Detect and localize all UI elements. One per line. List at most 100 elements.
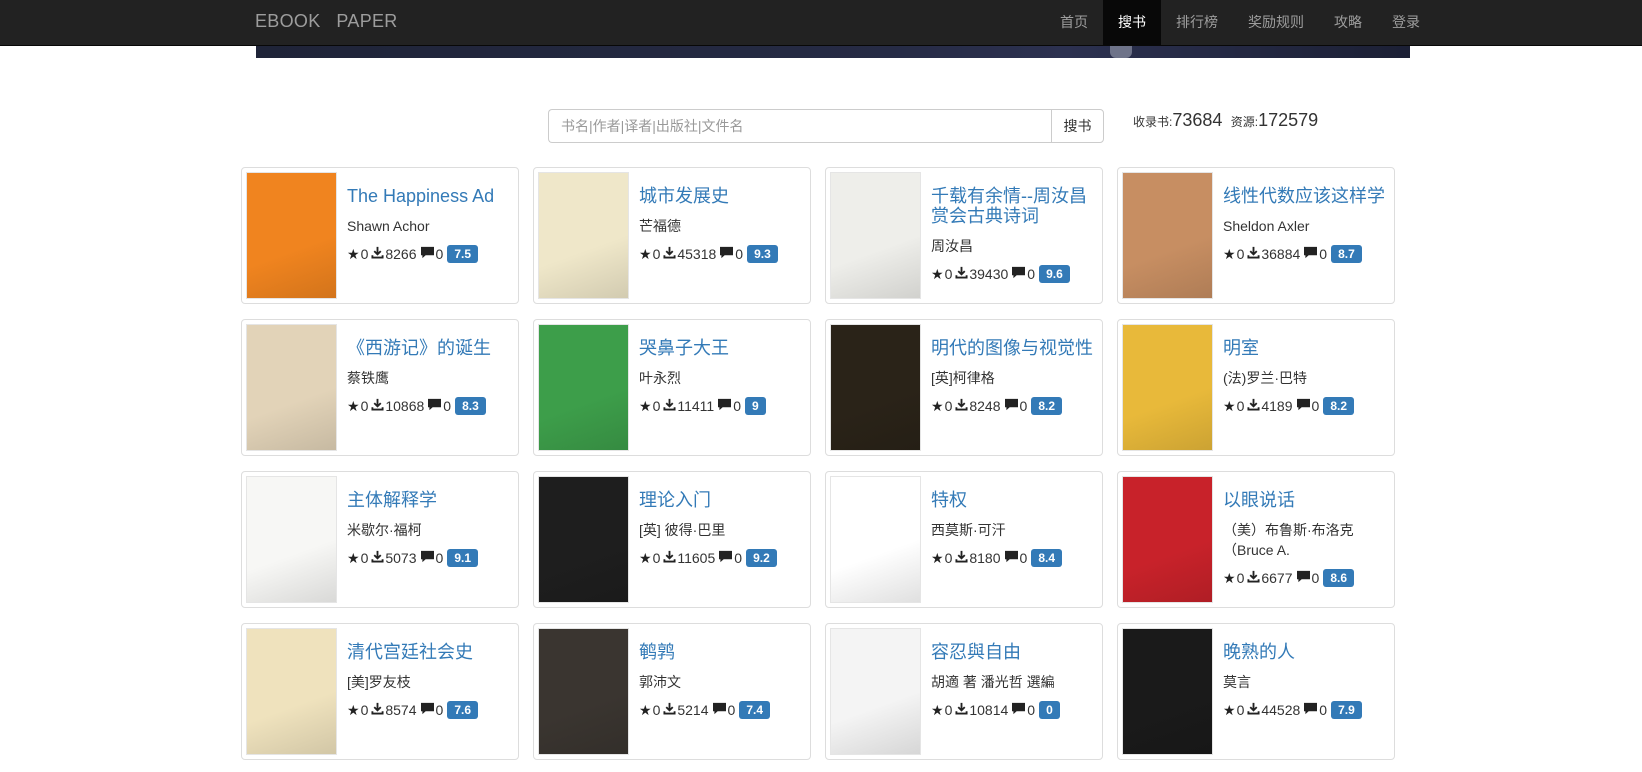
- book-title-link[interactable]: 明代的图像与视觉性: [931, 338, 1096, 358]
- star-icon: ★: [931, 266, 944, 282]
- book-info: 线性代数应该这样学 Sheldon Axler ★ 0 36884 0 8.7: [1223, 186, 1388, 264]
- star-count: 0: [1236, 702, 1245, 718]
- book-title-link[interactable]: 城市发展史: [639, 186, 804, 206]
- book-author: 叶永烈: [639, 370, 681, 386]
- download-count: 11411: [677, 398, 715, 414]
- comment-icon: [719, 244, 734, 264]
- comment-icon: [717, 396, 732, 416]
- book-title-link[interactable]: 特权: [931, 490, 1096, 510]
- book-card[interactable]: 线性代数应该这样学 Sheldon Axler ★ 0 36884 0 8.7: [1117, 167, 1395, 304]
- book-info: 容忍與自由 胡適 著 潘光哲 選編 ★ 0 10814 0 0: [931, 642, 1096, 720]
- comment-count: 0: [1027, 702, 1036, 718]
- book-title-link[interactable]: 鹌鹑: [639, 642, 804, 662]
- book-title-link[interactable]: 晚熟的人: [1223, 642, 1388, 662]
- search-input[interactable]: [548, 109, 1051, 143]
- book-cover-image[interactable]: [538, 476, 629, 603]
- nav-item-rankings[interactable]: 排行榜: [1161, 0, 1233, 46]
- book-author: Shawn Achor: [347, 218, 430, 234]
- comment-icon: [712, 700, 727, 720]
- book-author: [英] 彼得·巴里: [639, 522, 726, 538]
- nav-item-login[interactable]: 登录: [1377, 0, 1435, 46]
- star-icon: ★: [1223, 702, 1236, 718]
- book-cover-image[interactable]: [246, 476, 337, 603]
- book-title-link[interactable]: 主体解释学: [347, 490, 512, 510]
- book-cover-image[interactable]: [246, 324, 337, 451]
- download-icon: [371, 548, 384, 568]
- book-card[interactable]: 主体解释学 米歇尔·福柯 ★ 0 5073 0 9.1: [241, 471, 519, 608]
- book-cover-image[interactable]: [830, 628, 921, 755]
- book-card[interactable]: 理论入门 [英] 彼得·巴里 ★ 0 11605 0 9.2: [533, 471, 811, 608]
- book-card[interactable]: 以眼说话 （美）布鲁斯·布洛克（Bruce A. ★ 0 6677 0 8.6: [1117, 471, 1395, 608]
- star-icon: ★: [347, 702, 360, 718]
- book-title-link[interactable]: 千载有余情--周汝昌赏会古典诗词: [931, 186, 1096, 226]
- book-card[interactable]: 城市发展史 芒福德 ★ 0 45318 0 9.3: [533, 167, 811, 304]
- book-cover-image[interactable]: [538, 628, 629, 755]
- download-count: 10814: [969, 702, 1009, 718]
- collection-stats: 收录书:73684 资源:172579: [1133, 110, 1318, 131]
- book-card[interactable]: 哭鼻子大王叶永烈 ★ 0 11411 0 9: [533, 319, 811, 456]
- download-count: 5073: [385, 550, 417, 566]
- comment-icon: [1011, 264, 1026, 284]
- comment-count: 0: [435, 550, 444, 566]
- download-icon: [371, 700, 384, 720]
- book-cover-image[interactable]: [830, 172, 921, 299]
- book-title-link[interactable]: 线性代数应该这样学: [1223, 186, 1388, 206]
- book-card[interactable]: 晚熟的人 莫言 ★ 0 44528 0 7.9: [1117, 623, 1395, 760]
- book-card[interactable]: 鹌鹑 郭沛文 ★ 0 5214 0 7.4: [533, 623, 811, 760]
- download-icon: [955, 548, 968, 568]
- comment-icon: [1004, 396, 1019, 416]
- star-icon: ★: [931, 702, 944, 718]
- book-card[interactable]: 明代的图像与视觉性 [英]柯律格 ★ 0 8248 0 8.2: [825, 319, 1103, 456]
- book-title-link[interactable]: The Happiness Ad: [347, 186, 512, 206]
- book-cover-image[interactable]: [830, 476, 921, 603]
- star-count: 0: [1236, 570, 1245, 586]
- banner-light: [1110, 46, 1132, 58]
- book-title-link[interactable]: 以眼说话: [1223, 490, 1388, 510]
- book-card[interactable]: The Happiness Ad Shawn Achor ★ 0 8266 0 7.5: [241, 167, 519, 304]
- book-card[interactable]: 明室 (法)罗兰·巴特 ★ 0 4189 0 8.2: [1117, 319, 1395, 456]
- comment-count: 0: [443, 398, 452, 414]
- book-cover-image[interactable]: [538, 324, 629, 451]
- brand-logo[interactable]: EBOOK PAPER: [255, 11, 398, 32]
- book-cover-image[interactable]: [246, 628, 337, 755]
- nav-item-reward-rules[interactable]: 奖励规则: [1233, 0, 1319, 46]
- nav-item-guide[interactable]: 攻略: [1319, 0, 1377, 46]
- book-author: (法)罗兰·巴特: [1223, 370, 1307, 386]
- book-card[interactable]: 《西游记》的诞生 蔡铁鹰 ★ 0 10868 0 8.3: [241, 319, 519, 456]
- book-cover-image[interactable]: [830, 324, 921, 451]
- book-author: Sheldon Axler: [1223, 218, 1310, 234]
- download-icon: [955, 264, 968, 284]
- download-icon: [371, 244, 384, 264]
- book-card[interactable]: 千载有余情--周汝昌赏会古典诗词 周汝昌 ★ 0 39430 0 9.6: [825, 167, 1103, 304]
- book-meta: ★ 0 11411 0 9: [639, 396, 804, 416]
- book-title-link[interactable]: 《西游记》的诞生: [347, 338, 512, 358]
- nav-item-home[interactable]: 首页: [1045, 0, 1103, 46]
- download-icon: [663, 700, 676, 720]
- rating-badge: 8.6: [1323, 569, 1354, 587]
- download-icon: [371, 396, 384, 416]
- book-card[interactable]: 特权 西莫斯·可汗 ★ 0 8180 0 8.4: [825, 471, 1103, 608]
- star-count: 0: [944, 398, 953, 414]
- book-title-link[interactable]: 哭鼻子大王: [639, 338, 804, 358]
- book-cover-image[interactable]: [1122, 476, 1213, 603]
- rating-badge: 7.6: [447, 701, 478, 719]
- rating-badge: 8.3: [455, 397, 486, 415]
- book-cover-image[interactable]: [1122, 628, 1213, 755]
- book-card[interactable]: 清代宫廷社会史 [美]罗友枝 ★ 0 8574 0 7.6: [241, 623, 519, 760]
- top-navbar: EBOOK PAPER 首页 搜书 排行榜 奖励规则 攻略 登录: [0, 0, 1642, 46]
- nav-item-search-books[interactable]: 搜书: [1103, 0, 1161, 46]
- book-title-link[interactable]: 容忍與自由: [931, 642, 1096, 662]
- search-button[interactable]: 搜书: [1051, 109, 1104, 143]
- book-cover-image[interactable]: [538, 172, 629, 299]
- star-icon: ★: [1223, 570, 1236, 586]
- book-title-link[interactable]: 清代宫廷社会史: [347, 642, 512, 662]
- book-cover-image[interactable]: [1122, 172, 1213, 299]
- book-meta: ★ 0 39430 0 9.6: [931, 264, 1096, 284]
- book-title-link[interactable]: 明室: [1223, 338, 1388, 358]
- book-cover-image[interactable]: [1122, 324, 1213, 451]
- comment-count: 0: [1319, 702, 1328, 718]
- book-card[interactable]: 容忍與自由 胡適 著 潘光哲 選編 ★ 0 10814 0 0: [825, 623, 1103, 760]
- book-cover-image[interactable]: [246, 172, 337, 299]
- book-title-link[interactable]: 理论入门: [639, 490, 804, 510]
- download-icon: [1247, 700, 1260, 720]
